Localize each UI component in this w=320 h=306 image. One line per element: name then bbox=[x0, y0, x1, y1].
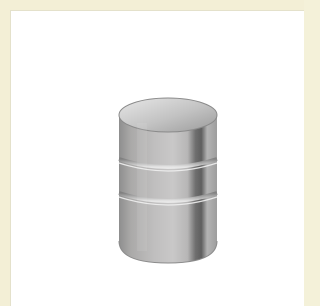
image-frame bbox=[0, 0, 304, 306]
image-panel bbox=[10, 10, 304, 306]
product-image-knob bbox=[118, 97, 218, 264]
